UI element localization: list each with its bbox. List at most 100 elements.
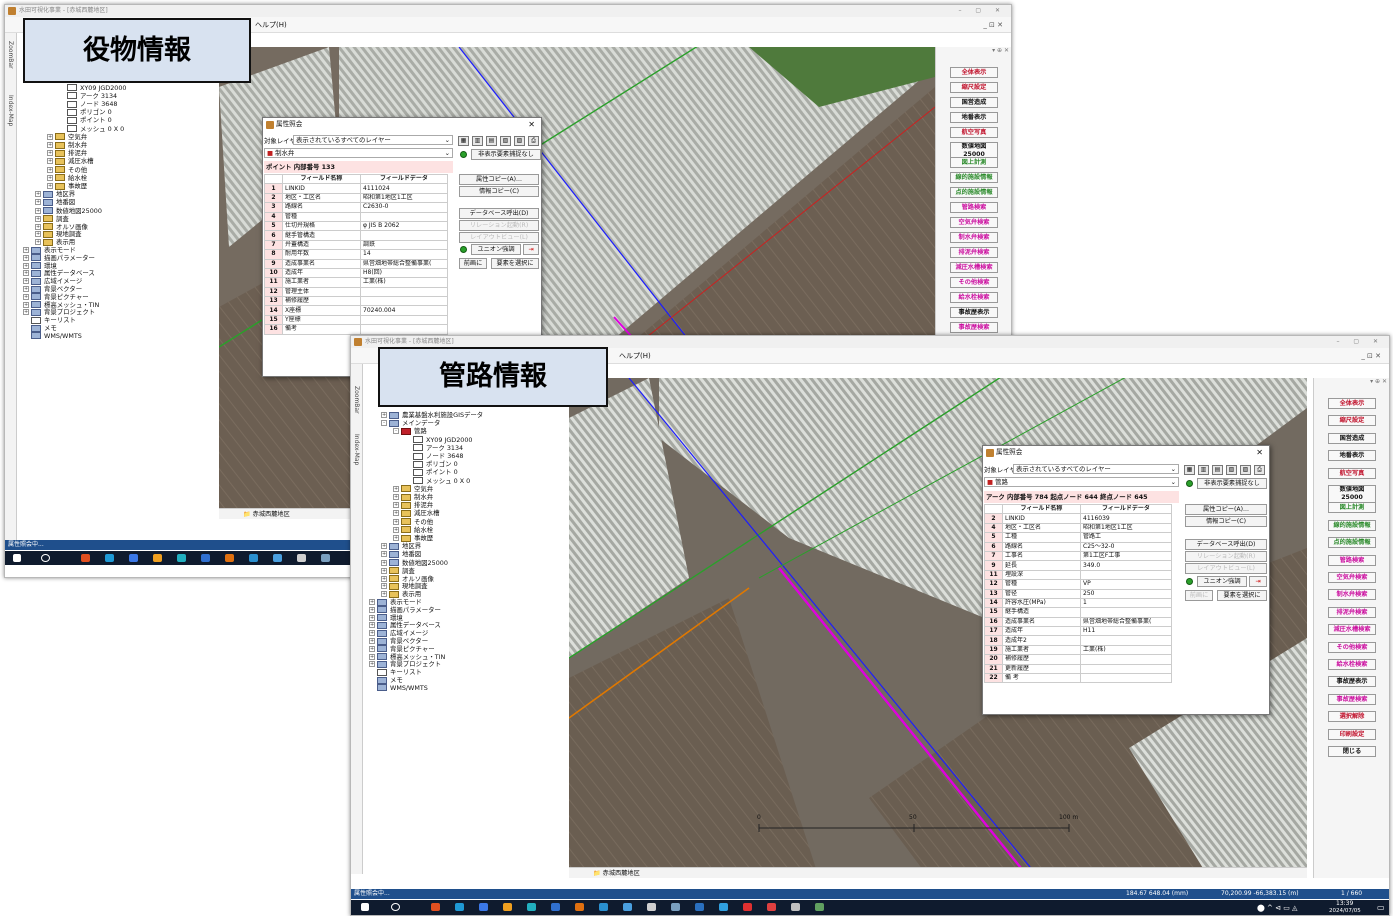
panel-button[interactable]: 閉じる	[1328, 746, 1376, 757]
tree-item[interactable]: + 制水弁	[393, 493, 433, 501]
tree-item[interactable]: WMS/WMTS	[31, 332, 82, 340]
table-row[interactable]: 8 耐用年数 14	[264, 249, 448, 260]
menu-help[interactable]: ヘルプ(H)	[619, 348, 651, 364]
table-row[interactable]: 11 埋設深	[984, 569, 1172, 581]
tree-item[interactable]: ポリゴン 0	[67, 108, 112, 116]
tree-item[interactable]: + 事故歴	[393, 534, 433, 542]
tree-item[interactable]: + 減圧水槽	[393, 509, 440, 517]
app-icon-g[interactable]	[225, 554, 234, 562]
panel-button[interactable]: 減圧水槽検索	[1328, 624, 1376, 636]
panel-button[interactable]: 排泥弁検索	[950, 247, 998, 258]
table-row[interactable]: 13 補修履歴	[264, 296, 448, 307]
table-row[interactable]: 15 継手構造	[984, 607, 1172, 618]
tree-item[interactable]: + 背景ピクチャー	[23, 293, 89, 301]
tool-icon-5[interactable]: ▨	[1240, 465, 1251, 475]
tree-item[interactable]: + 背景ベクター	[23, 285, 82, 293]
panel-button[interactable]: 図上計測	[1328, 502, 1376, 514]
expand-icon[interactable]: +	[35, 199, 41, 206]
app-icon-l[interactable]	[695, 903, 704, 911]
expand-icon[interactable]: +	[23, 262, 29, 269]
panel-button[interactable]: 全体表示	[1328, 398, 1376, 409]
tree-item[interactable]: - 管路	[393, 427, 427, 435]
tree-item[interactable]: ノード 3648	[67, 100, 117, 108]
expand-icon[interactable]: +	[23, 270, 29, 277]
app-icon-n[interactable]	[743, 903, 752, 911]
panel-button[interactable]: 全体表示	[950, 67, 998, 78]
app-icon-f[interactable]	[201, 554, 210, 562]
app-icon-c[interactable]	[479, 903, 488, 911]
layer-select[interactable]: 表示されているすべてのレイヤー ⌄	[293, 135, 453, 145]
tree-item[interactable]: + その他	[47, 166, 87, 174]
expand-icon[interactable]: +	[47, 150, 53, 157]
tree-item[interactable]: + 給水栓	[47, 174, 87, 182]
expand-icon[interactable]: +	[47, 166, 53, 173]
expand-icon[interactable]: +	[381, 551, 387, 558]
copy-attr-button[interactable]: 属性コピー(A)...	[1185, 504, 1267, 515]
tree-item[interactable]: + 広域イメージ	[23, 277, 82, 285]
tree-item[interactable]: + 地区界	[35, 190, 75, 198]
tree-item[interactable]: WMS/WMTS	[377, 684, 428, 692]
expand-icon[interactable]: +	[369, 645, 375, 652]
panel-toolbar[interactable]: ▾ ⊕ ✕	[936, 47, 1011, 57]
panel-button[interactable]: 印刷設定	[1328, 728, 1376, 740]
panel-button[interactable]: 選択解除	[1328, 711, 1376, 723]
db-call-button[interactable]: データベース呼出(D)	[1185, 539, 1267, 550]
tree-item[interactable]: + 空気弁	[393, 485, 433, 493]
panel-button[interactable]: 減圧水槽検索	[950, 262, 998, 273]
expand-icon[interactable]: +	[23, 309, 29, 316]
app-icon-d[interactable]	[153, 554, 162, 562]
expand-icon[interactable]: +	[23, 247, 29, 253]
app-icon-p[interactable]	[791, 903, 800, 911]
app-icon-e[interactable]	[527, 903, 536, 911]
tree-item[interactable]: + 調査	[381, 567, 415, 575]
menu-help[interactable]: ヘルプ(H)	[255, 17, 287, 33]
tree-item[interactable]: + 制水弁	[47, 141, 87, 149]
panel-button[interactable]: 国営造成	[950, 97, 998, 108]
app-icon-f[interactable]	[551, 903, 560, 911]
table-row[interactable]: 4 地区・工区名 昭和第1地区1工区	[984, 522, 1172, 534]
expand-icon[interactable]: +	[369, 638, 375, 644]
expand-icon[interactable]: +	[369, 630, 375, 637]
app-icon-g[interactable]	[575, 903, 584, 911]
app-icon-a[interactable]	[431, 903, 440, 911]
search-icon[interactable]	[41, 554, 50, 562]
tree-item[interactable]: + その他	[393, 518, 433, 526]
tree-item[interactable]: + 地区界	[381, 542, 421, 550]
app-icon-d[interactable]	[503, 903, 512, 911]
table-row[interactable]: 12 管理主体	[264, 286, 448, 298]
panel-button[interactable]: 図上計測	[950, 157, 998, 168]
table-row[interactable]: 14 X座標 70240.004	[264, 305, 448, 316]
tree-item[interactable]: + 背景ベクター	[369, 637, 428, 645]
app-icon-o[interactable]	[767, 903, 776, 911]
expand-icon[interactable]: +	[369, 622, 375, 629]
panel-button[interactable]: 制水弁検索	[950, 232, 998, 243]
tree-item[interactable]: + 背景ピクチャー	[369, 645, 435, 653]
panel-button[interactable]: 線的施設情報	[950, 172, 998, 183]
tree-item[interactable]: + 給水栓	[393, 526, 433, 534]
arrow-icon[interactable]: ⇥	[1249, 576, 1267, 587]
panel-button[interactable]: 地番表示	[1328, 450, 1376, 462]
table-row[interactable]: 1 LINKID 4111024	[264, 183, 448, 194]
tool-icon-6[interactable]: ⎙	[528, 136, 539, 146]
app-icon-i[interactable]	[273, 554, 282, 562]
tree-item[interactable]: + 表示モード	[23, 246, 76, 254]
panel-button[interactable]: 事故歴検索	[950, 322, 998, 333]
panel-button[interactable]: 事故歴検索	[1328, 693, 1376, 705]
tree-item[interactable]: + 広域イメージ	[369, 629, 428, 637]
tree-item[interactable]: + 背景プロジェクト	[369, 660, 441, 668]
app-icon-c[interactable]	[129, 554, 138, 562]
expand-icon[interactable]: +	[393, 526, 399, 533]
expand-icon[interactable]: +	[47, 183, 53, 189]
expand-icon[interactable]: +	[393, 485, 399, 492]
table-row[interactable]: 10 造成年 H8(回)	[264, 267, 448, 279]
expand-icon[interactable]: +	[35, 223, 41, 230]
tree-item[interactable]: XY09 JGD2000	[413, 436, 472, 444]
table-row[interactable]: 16 造成事業名 県営畑地帯総合整備事業(	[984, 616, 1172, 628]
tree-item[interactable]: XY09 JGD2000	[67, 84, 126, 92]
table-row[interactable]: 13 管径 250	[984, 588, 1172, 599]
panel-button[interactable]: 縮尺設定	[1328, 415, 1376, 427]
tree-item[interactable]: + 表示用	[381, 590, 421, 598]
tree-item[interactable]: + 数値地図25000	[381, 559, 448, 567]
expand-icon[interactable]: +	[23, 278, 29, 285]
union-highlight-button[interactable]: ユニオン強調	[471, 244, 521, 255]
